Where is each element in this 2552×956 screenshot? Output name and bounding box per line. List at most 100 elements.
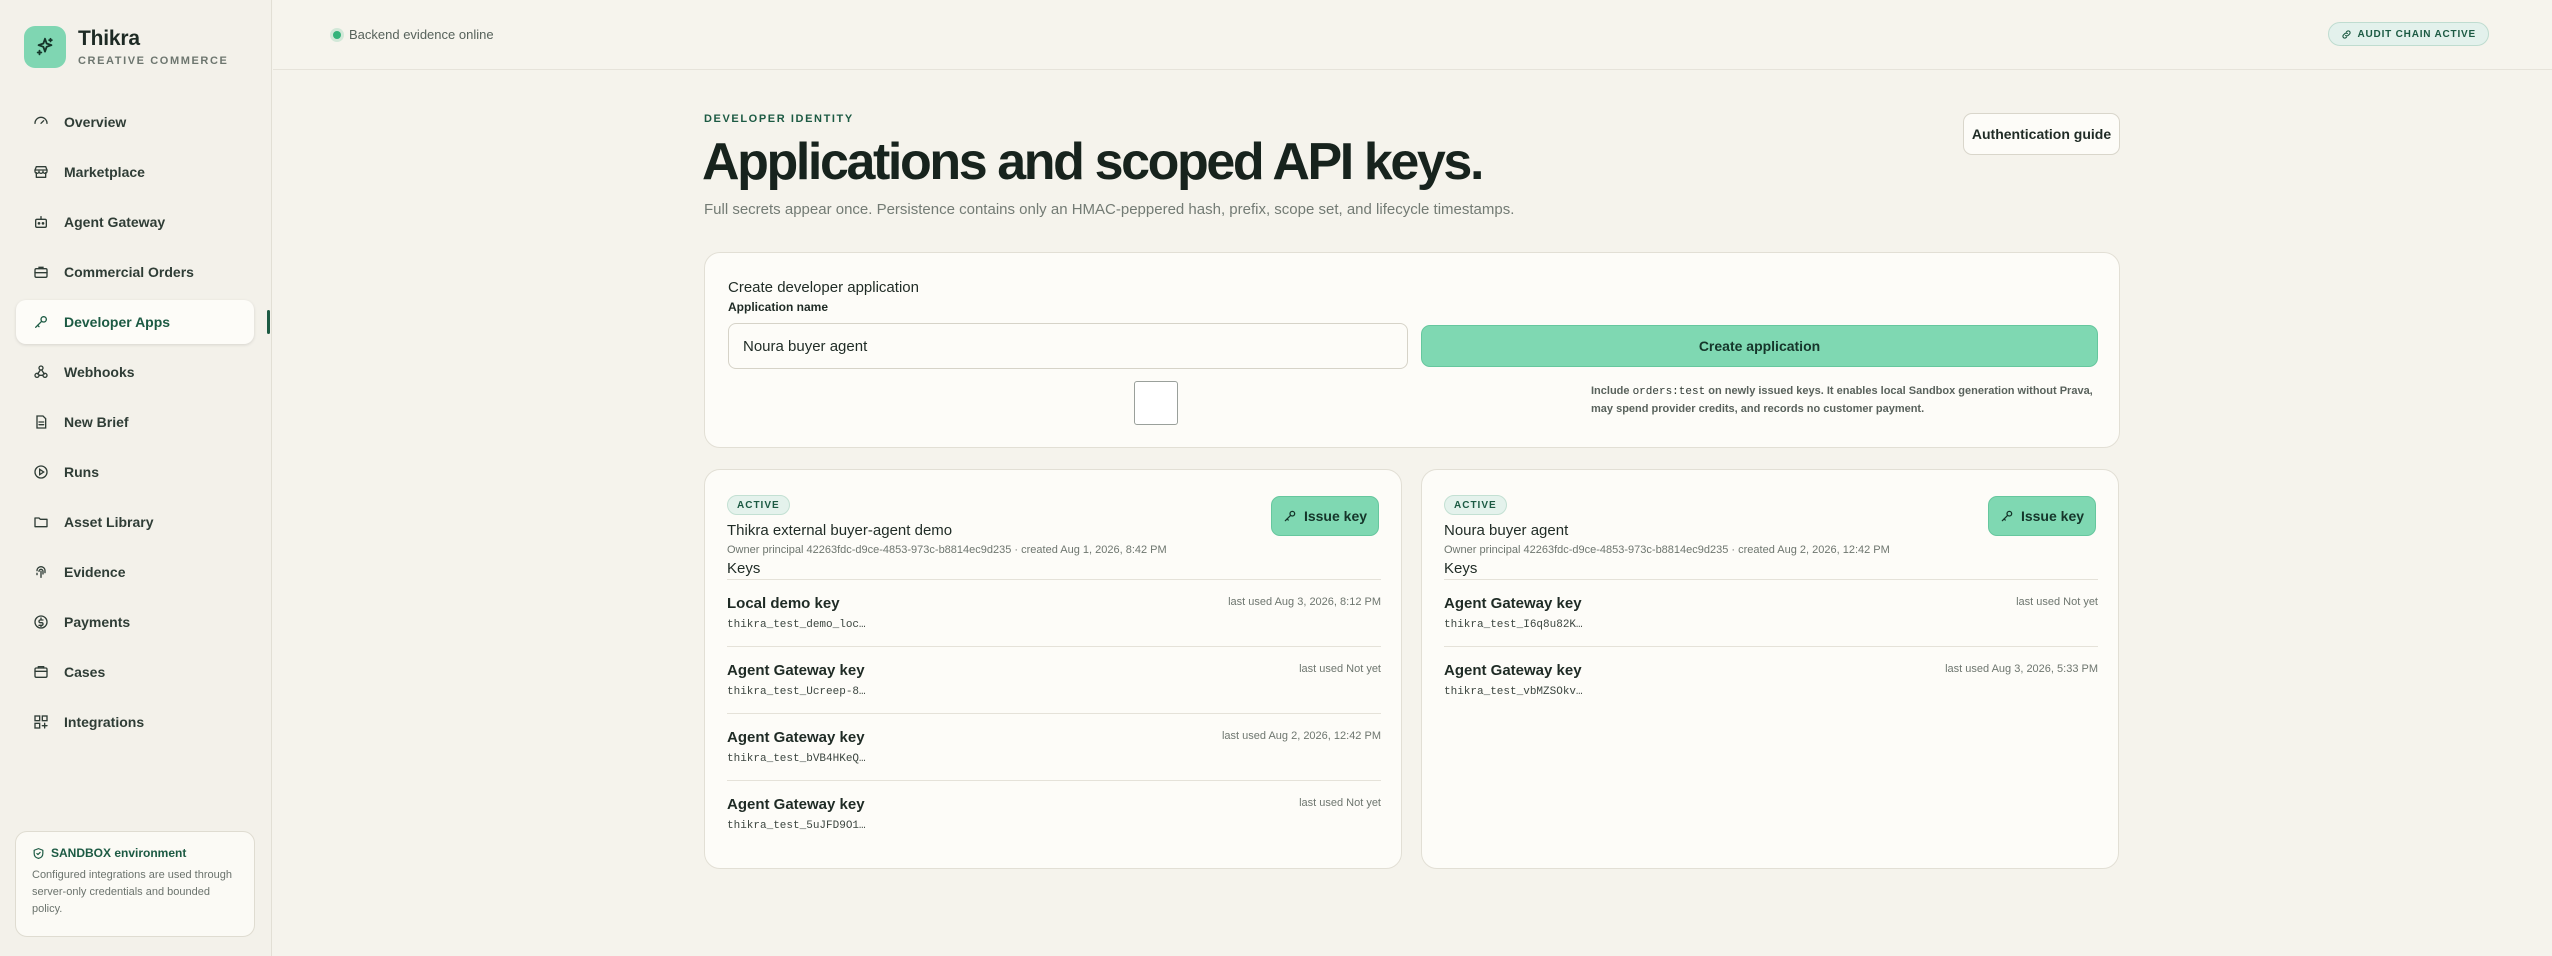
key-row[interactable]: Agent Gateway key thikra_test_I6q8u82K… …: [1444, 579, 2098, 646]
fingerprint-icon: [32, 563, 50, 581]
key-prefix: thikra_test_bVB4HKeQ…: [727, 753, 866, 765]
sandbox-environment-panel: SANDBOX environment Configured integrati…: [15, 831, 255, 937]
orders-test-scope-note: Include orders:test on newly issued keys…: [1591, 383, 2111, 418]
sidebar-item-label: Integrations: [64, 714, 145, 730]
application-name: Thikra external buyer-agent demo: [727, 522, 953, 539]
sidebar-item-label: Developer Apps: [64, 314, 171, 330]
sidebar-item-label: Commercial Orders: [64, 264, 194, 280]
application-meta: Owner principal 42263fdc-d9ce-4853-973c-…: [1444, 544, 1890, 556]
key-name: Agent Gateway key: [727, 729, 865, 746]
sidebar-item-webhooks[interactable]: Webhooks: [16, 350, 254, 394]
keys-heading: Keys: [1444, 560, 1478, 577]
key-icon: [1284, 510, 1296, 522]
authentication-guide-button[interactable]: Authentication guide: [1963, 113, 2120, 155]
key-icon: [2001, 510, 2013, 522]
issue-key-button[interactable]: Issue key: [1988, 496, 2096, 536]
sidebar-nav: Overview Marketplace Agent Gateway Comme…: [16, 100, 270, 750]
key-prefix: thikra_test_demo_loc…: [727, 619, 866, 631]
folder-icon: [32, 513, 50, 531]
sidebar-item-runs[interactable]: Runs: [16, 450, 254, 494]
orders-test-scope-checkbox[interactable]: [1134, 381, 1178, 425]
sidebar: Thikra CREATIVE COMMERCE Overview Market…: [0, 0, 272, 956]
application-card: ACTIVE Issue key Noura buyer agent Owner…: [1421, 469, 2119, 869]
audit-chain-label: AUDIT CHAIN ACTIVE: [2357, 28, 2476, 40]
grid-plus-icon: [32, 713, 50, 731]
webhook-icon: [32, 363, 50, 381]
sidebar-item-label: Runs: [64, 464, 99, 480]
key-row[interactable]: Agent Gateway key thikra_test_5uJFD9O1… …: [727, 780, 1381, 847]
audit-chain-badge: AUDIT CHAIN ACTIVE: [2327, 22, 2489, 46]
brand-subtitle: CREATIVE COMMERCE: [78, 55, 229, 67]
application-meta: Owner principal 42263fdc-d9ce-4853-973c-…: [727, 544, 1167, 556]
sidebar-item-marketplace[interactable]: Marketplace: [16, 150, 254, 194]
key-last-used: last used Not yet: [2016, 596, 2098, 608]
page-title: Applications and scoped API keys.: [702, 133, 1484, 191]
sidebar-item-commercial-orders[interactable]: Commercial Orders: [16, 250, 254, 294]
sidebar-item-label: Payments: [64, 614, 131, 630]
scope-code: orders:test: [1632, 386, 1706, 398]
case-icon: [32, 663, 50, 681]
application-name-input[interactable]: [728, 323, 1408, 369]
sidebar-item-evidence[interactable]: Evidence: [16, 550, 254, 594]
backend-status-text: Backend evidence online: [349, 27, 494, 42]
key-last-used: last used Not yet: [1299, 663, 1381, 675]
application-card: ACTIVE Issue key Thikra external buyer-a…: [704, 469, 1402, 869]
application-name: Noura buyer agent: [1444, 522, 1569, 539]
key-name: Agent Gateway key: [727, 662, 865, 679]
sidebar-item-label: Asset Library: [64, 514, 154, 530]
key-name: Agent Gateway key: [727, 796, 865, 813]
create-application-title: Create developer application: [728, 279, 919, 296]
sidebar-item-label: Agent Gateway: [64, 214, 166, 230]
issue-key-label: Issue key: [2020, 508, 2085, 524]
key-last-used: last used Aug 3, 2026, 8:12 PM: [1228, 596, 1381, 608]
sparkle-logo-icon: [24, 26, 66, 68]
sandbox-description: Configured integrations are used through…: [32, 869, 232, 915]
key-row[interactable]: Local demo key thikra_test_demo_loc… las…: [727, 579, 1381, 646]
sidebar-item-label: Marketplace: [64, 164, 145, 180]
key-icon: [32, 313, 50, 331]
sidebar-item-label: Cases: [64, 664, 106, 680]
gauge-icon: [32, 113, 50, 131]
key-row[interactable]: Agent Gateway key thikra_test_bVB4HKeQ… …: [727, 713, 1381, 780]
sidebar-item-label: New Brief: [64, 414, 129, 430]
key-last-used: last used Not yet: [1299, 797, 1381, 809]
play-icon: [32, 463, 50, 481]
sidebar-item-integrations[interactable]: Integrations: [16, 700, 254, 744]
status-dot-icon: [333, 30, 341, 39]
sidebar-item-developer-apps[interactable]: Developer Apps: [16, 300, 270, 344]
backend-status: Backend evidence online: [333, 27, 494, 42]
bot-icon: [32, 213, 50, 231]
create-application-card: Create developer application Application…: [704, 252, 2120, 448]
issue-key-button[interactable]: Issue key: [1271, 496, 1379, 536]
key-row[interactable]: Agent Gateway key thikra_test_vbMZSOkv… …: [1444, 646, 2098, 713]
key-row[interactable]: Agent Gateway key thikra_test_Ucreep-8… …: [727, 646, 1381, 713]
scope-note-prefix: Include: [1591, 385, 1633, 397]
key-last-used: last used Aug 3, 2026, 5:33 PM: [1945, 663, 2098, 675]
key-prefix: thikra_test_Ucreep-8…: [727, 686, 866, 698]
key-list: Agent Gateway key thikra_test_I6q8u82K… …: [1444, 579, 2098, 713]
keys-heading: Keys: [727, 560, 761, 577]
issue-key-label: Issue key: [1303, 508, 1368, 524]
application-name-label: Application name: [728, 300, 829, 314]
brand[interactable]: Thikra CREATIVE COMMERCE: [24, 26, 228, 68]
sidebar-item-new-brief[interactable]: New Brief: [16, 400, 254, 444]
key-name: Agent Gateway key: [1444, 662, 1582, 679]
shield-check-icon: [33, 847, 44, 859]
key-prefix: thikra_test_I6q8u82K…: [1444, 619, 1583, 631]
status-badge: ACTIVE: [1444, 495, 1507, 515]
sidebar-item-label: Webhooks: [64, 364, 135, 380]
sidebar-item-cases[interactable]: Cases: [16, 650, 254, 694]
sidebar-item-agent-gateway[interactable]: Agent Gateway: [16, 200, 254, 244]
create-application-button[interactable]: Create application: [1421, 325, 2098, 367]
coin-icon: [32, 613, 50, 631]
key-last-used: last used Aug 2, 2026, 12:42 PM: [1221, 730, 1381, 742]
sidebar-item-label: Evidence: [64, 564, 126, 580]
key-prefix: thikra_test_vbMZSOkv…: [1444, 686, 1583, 698]
chain-link-icon: [2341, 29, 2351, 39]
sandbox-title: SANDBOX environment: [51, 846, 187, 860]
sidebar-item-asset-library[interactable]: Asset Library: [16, 500, 254, 544]
page-eyebrow: DEVELOPER IDENTITY: [704, 113, 854, 125]
page-subtitle: Full secrets appear once. Persistence co…: [704, 201, 1515, 218]
sidebar-item-overview[interactable]: Overview: [16, 100, 254, 144]
sidebar-item-payments[interactable]: Payments: [16, 600, 254, 644]
